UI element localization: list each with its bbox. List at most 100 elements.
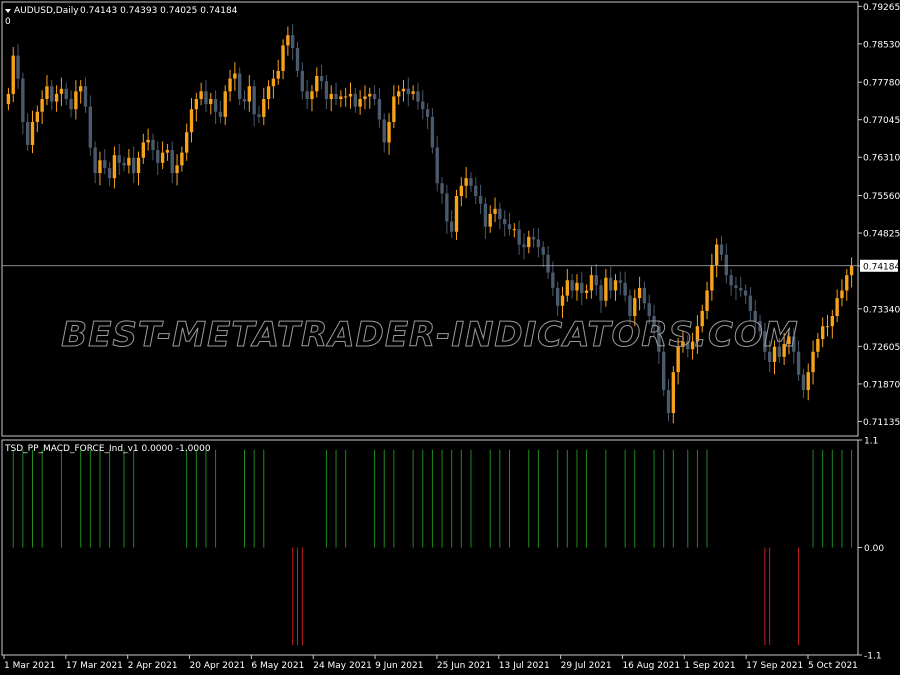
candle-body bbox=[334, 93, 338, 100]
candle-body bbox=[522, 244, 526, 248]
candle-body bbox=[368, 93, 372, 97]
candle-body bbox=[175, 165, 179, 174]
price-axis: 0.79265 0.78530 0.77780 0.77045 0.76310 0.755… bbox=[858, 3, 900, 428]
candle-body bbox=[811, 351, 815, 373]
time-tick-label: 20 Apr 2021 bbox=[190, 661, 246, 671]
time-tick-label: 17 Mar 2021 bbox=[66, 661, 123, 671]
price-tick-label: 0.75560 bbox=[863, 192, 900, 202]
candle-body bbox=[401, 88, 406, 92]
candle-body bbox=[213, 99, 218, 112]
candle-body bbox=[233, 73, 237, 79]
candle-body bbox=[16, 55, 20, 79]
candle-body bbox=[671, 372, 676, 414]
candle-body bbox=[310, 91, 314, 100]
candle-body bbox=[560, 295, 565, 306]
candle-body bbox=[748, 295, 753, 311]
price-tick-label: 0.71135 bbox=[863, 418, 900, 428]
candle-body bbox=[98, 160, 102, 174]
candle-body bbox=[825, 326, 830, 328]
candle-body bbox=[459, 185, 464, 197]
candle-body bbox=[324, 81, 329, 100]
candle-body bbox=[830, 316, 835, 327]
price-tick-label: 0.71870 bbox=[863, 380, 900, 390]
candle-body bbox=[849, 265, 854, 276]
price-tick-label: 0.74825 bbox=[863, 230, 900, 240]
candle-body bbox=[247, 86, 252, 102]
candle-body bbox=[478, 196, 483, 204]
candle-body bbox=[228, 78, 232, 92]
candle-body bbox=[35, 111, 40, 122]
main-pane-border bbox=[1, 1, 859, 437]
candle-body bbox=[604, 277, 608, 301]
current-price-label: 0.74184 bbox=[863, 262, 900, 272]
candle-body bbox=[262, 99, 266, 117]
candle-body bbox=[45, 86, 49, 100]
candle-body bbox=[584, 290, 589, 294]
candle-body bbox=[112, 155, 117, 179]
candle-body bbox=[623, 282, 627, 296]
candle-body bbox=[358, 99, 362, 107]
price-tick-label: 0.78530 bbox=[863, 40, 900, 50]
candle-body bbox=[507, 224, 512, 230]
time-tick-label: 2 Apr 2021 bbox=[128, 661, 178, 671]
candle-body bbox=[454, 196, 459, 232]
candle-body bbox=[271, 78, 276, 87]
indicator-tick-label: 0.00 bbox=[864, 544, 884, 554]
candle-body bbox=[295, 47, 300, 71]
candle-body bbox=[411, 91, 415, 94]
candle-body bbox=[840, 290, 844, 299]
price-tick-label: 0.79265 bbox=[863, 3, 900, 13]
candle-body bbox=[613, 280, 618, 291]
ohlc-readout: 0.74143 0.74393 0.74025 0.74184 bbox=[80, 6, 238, 16]
candle-body bbox=[541, 247, 545, 255]
candle-body bbox=[820, 326, 825, 339]
candle-body bbox=[257, 114, 261, 117]
candle-body bbox=[806, 372, 810, 391]
candle-body bbox=[575, 282, 579, 291]
candle-body bbox=[25, 121, 30, 145]
candle-body bbox=[483, 203, 488, 227]
candle-body bbox=[59, 88, 64, 94]
candle-body bbox=[589, 275, 594, 291]
candle-body bbox=[710, 264, 714, 291]
candle-body bbox=[416, 91, 420, 102]
candle-body bbox=[151, 139, 155, 151]
candle-body bbox=[445, 193, 449, 222]
indicator-axis: 1.1 0.00 -1.1 bbox=[858, 437, 884, 662]
candle-body bbox=[705, 290, 709, 311]
candle-body bbox=[396, 91, 401, 97]
time-tick-label: 29 Jul 2021 bbox=[561, 661, 612, 671]
candle-body bbox=[608, 277, 613, 291]
candle-body bbox=[546, 254, 550, 273]
time-tick-label: 25 Jun 2021 bbox=[437, 661, 491, 671]
candle-body bbox=[223, 91, 227, 117]
candle-body bbox=[449, 221, 454, 232]
candle-body bbox=[74, 91, 78, 110]
indicator-tick-label: -1.1 bbox=[864, 652, 882, 662]
candle-body bbox=[88, 106, 93, 148]
candle-body bbox=[78, 86, 83, 92]
indicator-tick-label: 1.1 bbox=[864, 437, 878, 447]
candle-body bbox=[180, 152, 184, 166]
candle-body bbox=[464, 178, 468, 186]
candle-body bbox=[107, 167, 112, 179]
candle-body bbox=[131, 157, 136, 174]
candle-body bbox=[642, 287, 647, 304]
candle-body bbox=[54, 93, 59, 102]
candle-body bbox=[729, 275, 733, 286]
candle-body bbox=[122, 162, 126, 166]
candle-body bbox=[117, 155, 121, 163]
candle-body bbox=[11, 55, 15, 94]
candle-body bbox=[845, 275, 849, 291]
time-tick-label: 1 Mar 2021 bbox=[4, 661, 55, 671]
collapse-triangle-icon[interactable] bbox=[5, 9, 11, 13]
time-tick-label: 1 Sep 2021 bbox=[684, 661, 735, 671]
candle-body bbox=[93, 147, 97, 174]
indicator-pane-border bbox=[1, 439, 859, 656]
candle-body bbox=[661, 351, 666, 391]
price-tick-label: 0.77780 bbox=[863, 79, 900, 89]
candle-body bbox=[315, 76, 319, 92]
candle-body bbox=[714, 244, 719, 265]
candle-body bbox=[30, 121, 35, 145]
candle-body bbox=[628, 295, 632, 317]
